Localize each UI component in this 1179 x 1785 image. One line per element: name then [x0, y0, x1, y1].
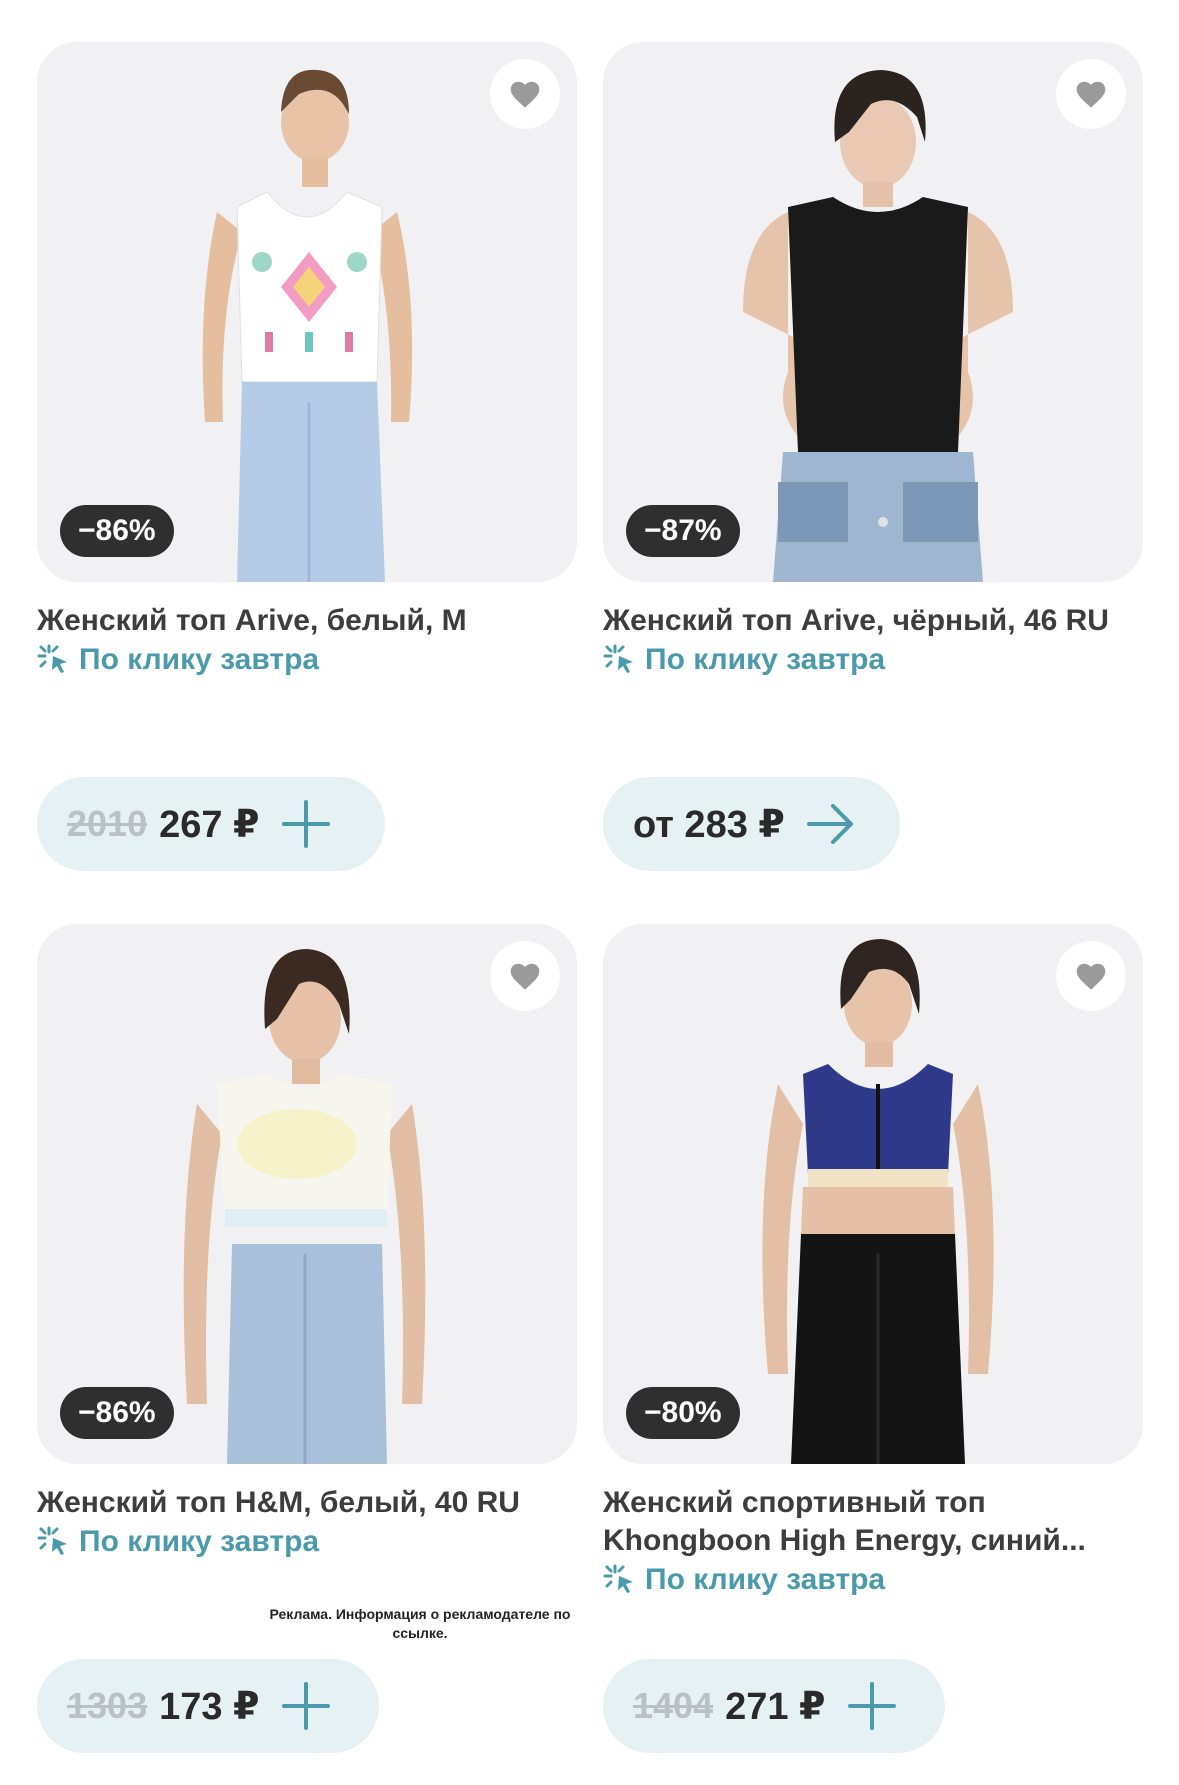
- discount-badge: −80%: [626, 1387, 740, 1439]
- discount-badge: −86%: [60, 1387, 174, 1439]
- add-to-cart-button[interactable]: 1303 173 ₽: [37, 1659, 379, 1753]
- delivery-label: По клику завтра: [79, 1525, 320, 1558]
- price: 267 ₽: [159, 803, 260, 846]
- favorite-button[interactable]: [490, 59, 560, 129]
- heart-icon: [1076, 963, 1106, 990]
- favorite-button[interactable]: [1056, 59, 1126, 129]
- product-card[interactable]: −86% Женский топ H&M, белый, 40 RU По кл…: [37, 924, 577, 1562]
- price: 271 ₽: [725, 1685, 826, 1728]
- discount-badge: −86%: [60, 505, 174, 557]
- model-image: [37, 42, 577, 582]
- price: от 283 ₽: [633, 803, 785, 846]
- price: 173 ₽: [159, 1685, 260, 1728]
- product-photo[interactable]: −87%: [603, 42, 1143, 582]
- product-title[interactable]: Женский топ Arive, чёрный, 46 RU: [603, 602, 1143, 640]
- delivery-info: По клику завтра: [37, 640, 577, 680]
- product-card[interactable]: −87% Женский топ Arive, чёрный, 46 RU По…: [603, 42, 1143, 680]
- delivery-info: По клику завтра: [37, 1522, 577, 1562]
- plus-icon: [281, 800, 330, 848]
- delivery-label: По клику завтра: [645, 643, 886, 676]
- heart-icon: [510, 963, 540, 990]
- click-sparkle-icon: [37, 644, 67, 673]
- add-to-cart-button[interactable]: 2010 267 ₽: [37, 777, 385, 871]
- add-to-cart-button[interactable]: 1404 271 ₽: [603, 1659, 945, 1753]
- favorite-button[interactable]: [490, 941, 560, 1011]
- old-price: 2010: [67, 803, 148, 844]
- product-title[interactable]: Женский топ H&M, белый, 40 RU: [37, 1484, 577, 1522]
- click-sparkle-icon: [603, 644, 633, 673]
- choose-variant-button[interactable]: от 283 ₽: [603, 777, 900, 871]
- favorite-button[interactable]: [1056, 941, 1126, 1011]
- plus-icon: [847, 1682, 896, 1730]
- plus-icon: [281, 1682, 330, 1730]
- product-photo[interactable]: −86%: [37, 924, 577, 1464]
- model-image: [37, 924, 577, 1464]
- old-price: 1303: [67, 1685, 148, 1726]
- product-photo[interactable]: −86%: [37, 42, 577, 582]
- click-sparkle-icon: [603, 1564, 633, 1593]
- old-price: 1404: [633, 1685, 714, 1726]
- discount-badge: −87%: [626, 505, 740, 557]
- model-image: [603, 924, 1143, 1464]
- arrow-right-icon: [806, 804, 853, 844]
- heart-icon: [510, 81, 540, 108]
- delivery-info: По клику завтра: [603, 1560, 1143, 1600]
- heart-icon: [1076, 81, 1106, 108]
- product-card[interactable]: −86% Женский топ Arive, белый, M По клик…: [37, 42, 577, 680]
- delivery-info: По клику завтра: [603, 640, 1143, 680]
- product-photo[interactable]: −80%: [603, 924, 1143, 1464]
- model-image: [603, 42, 1143, 582]
- product-card[interactable]: −80% Женский спортивный топ Khongboon Hi…: [603, 924, 1143, 1600]
- product-title[interactable]: Женский топ Arive, белый, M: [37, 602, 577, 640]
- delivery-label: По клику завтра: [645, 1563, 886, 1596]
- product-title[interactable]: Женский спортивный топ Khongboon High En…: [603, 1484, 1143, 1560]
- ad-disclaimer[interactable]: Реклама. Информация о рекламодателе по с…: [255, 1605, 585, 1643]
- delivery-label: По клику завтра: [79, 643, 320, 676]
- click-sparkle-icon: [37, 1526, 67, 1555]
